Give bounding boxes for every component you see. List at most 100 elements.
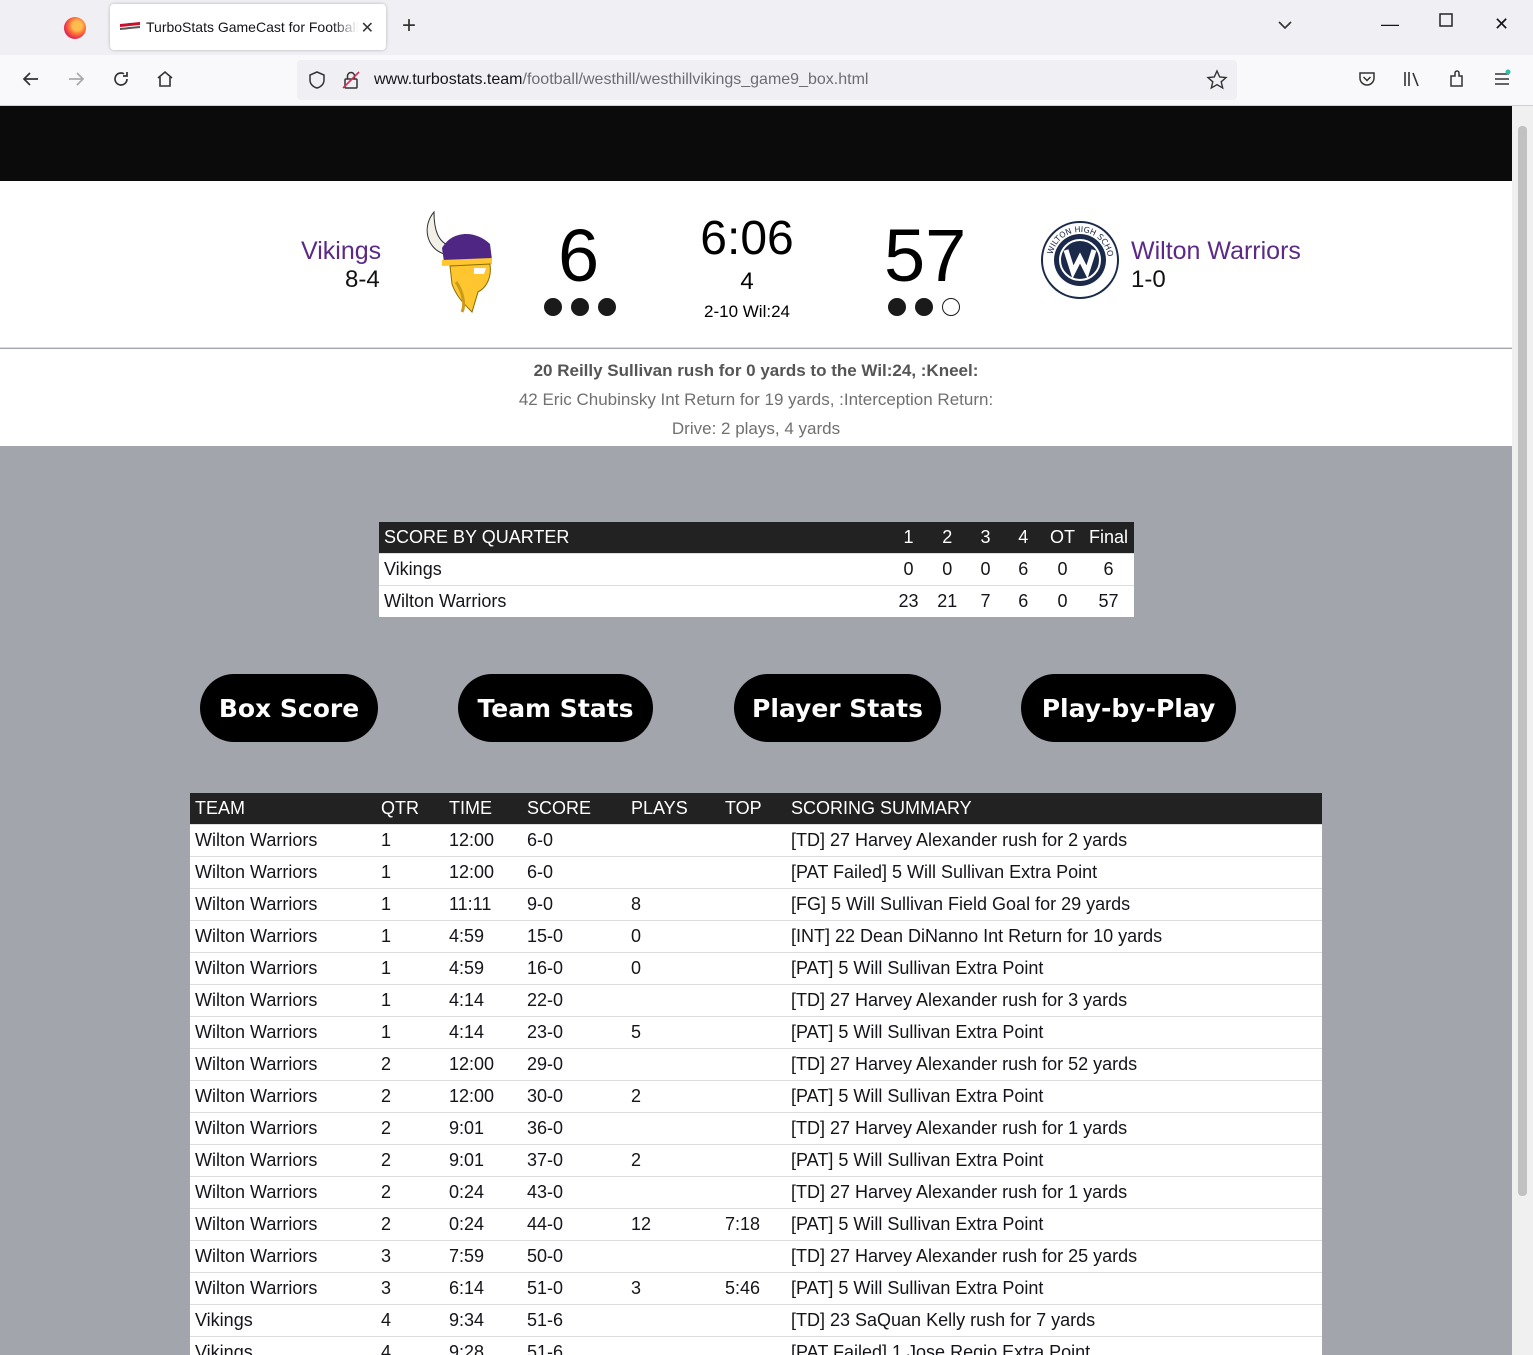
play-ticker: 20 Reilly Sullivan rush for 0 yards to t…: [0, 349, 1512, 446]
table-cell: [720, 951, 786, 984]
table-cell: [720, 1111, 786, 1144]
table-cell: [PAT] 5 Will Sullivan Extra Point: [786, 1271, 1322, 1304]
table-cell: [PAT Failed] 5 Will Sullivan Extra Point: [786, 855, 1322, 888]
table-cell: 4:14: [444, 1015, 522, 1048]
table-cell: 0:24: [444, 1175, 522, 1208]
table-cell: Wilton Warriors: [190, 855, 376, 888]
table-cell: 12: [626, 1207, 720, 1240]
team-stats-button[interactable]: Team Stats: [458, 674, 653, 742]
table-cell: [TD] 27 Harvey Alexander rush for 2 yard…: [786, 823, 1322, 856]
table-row: Wilton Warriors 2 9:01 37-0 2 [PAT] 5 Will Su…: [190, 1143, 1322, 1176]
column-header: SCORE BY QUARTER: [379, 522, 890, 553]
scrollbar-thumb[interactable]: [1518, 126, 1527, 1196]
forward-arrow-icon[interactable]: [64, 67, 88, 91]
table-cell: 12:00: [444, 1079, 522, 1112]
table-cell: 0: [927, 552, 967, 585]
table-row: Wilton Warriors 3 7:59 50-0 [TD] 27 Harvey A…: [190, 1239, 1322, 1272]
away-score: 57: [884, 214, 967, 297]
close-window-icon[interactable]: ✕: [1494, 14, 1509, 35]
close-tab-icon[interactable]: ✕: [361, 18, 374, 38]
table-cell: Vikings: [379, 552, 890, 585]
home-team-name[interactable]: Vikings: [301, 237, 381, 266]
timeout-dot: [598, 298, 616, 316]
table-cell: [PAT Failed] 1 Jose Regio Extra Point: [786, 1335, 1322, 1355]
table-cell: 7:18: [720, 1207, 786, 1240]
url-text[interactable]: www.turbostats.team/football/westhill/we…: [374, 71, 868, 89]
minimize-icon[interactable]: —: [1381, 14, 1399, 35]
library-icon[interactable]: [1400, 67, 1424, 91]
url-bar[interactable]: www.turbostats.team/football/westhill/we…: [297, 60, 1237, 100]
table-cell: 50-0: [522, 1239, 626, 1272]
tracking-shield-icon[interactable]: [305, 68, 329, 92]
tab-title: TurboStats GameCast for Football: [146, 19, 358, 35]
table-cell: 9:01: [444, 1111, 522, 1144]
away-team-name[interactable]: Wilton Warriors: [1131, 237, 1301, 266]
active-tab[interactable]: TurboStats GameCast for Football ✕: [110, 4, 386, 50]
table-cell: 6: [1004, 584, 1043, 617]
home-team-record: 8-4: [345, 266, 380, 293]
back-arrow-icon[interactable]: [19, 67, 43, 91]
table-cell: [626, 1335, 720, 1355]
table-cell: 51-0: [522, 1271, 626, 1304]
table-cell: Wilton Warriors: [190, 1047, 376, 1080]
new-tab-icon[interactable]: +: [402, 12, 416, 40]
table-row: Vikings 4 9:34 51-6 [TD] 23 SaQuan Kelly rus…: [190, 1303, 1322, 1336]
table-cell: 21: [927, 584, 967, 617]
table-cell: 3: [626, 1271, 720, 1304]
page-viewport: Vikings 8-4 6 6:06 4 2-10 Wil:24 57 WILT…: [0, 106, 1512, 1355]
page-scrollbar[interactable]: [1512, 106, 1533, 1355]
table-cell: Wilton Warriors: [190, 951, 376, 984]
table-cell: [INT] 22 Dean DiNanno Int Return for 10 …: [786, 919, 1322, 952]
home-icon[interactable]: [153, 67, 177, 91]
table-cell: [TD] 27 Harvey Alexander rush for 25 yar…: [786, 1239, 1322, 1272]
table-cell: Wilton Warriors: [190, 1271, 376, 1304]
insecure-lock-icon[interactable]: [339, 68, 363, 92]
table-cell: [720, 1143, 786, 1176]
table-row: Wilton Warriors 2 0:24 43-0 [TD] 27 Harvey A…: [190, 1175, 1322, 1208]
table-cell: [TD] 27 Harvey Alexander rush for 1 yard…: [786, 1175, 1322, 1208]
maximize-icon[interactable]: [1438, 12, 1454, 33]
table-cell: 5: [626, 1015, 720, 1048]
reload-icon[interactable]: [109, 67, 133, 91]
table-cell: Vikings: [190, 1335, 376, 1355]
table-cell: [PAT] 5 Will Sullivan Extra Point: [786, 951, 1322, 984]
bookmark-star-icon[interactable]: [1205, 68, 1229, 92]
table-cell: 2: [376, 1207, 444, 1240]
table-cell: [720, 1175, 786, 1208]
table-cell: [PAT] 5 Will Sullivan Extra Point: [786, 1079, 1322, 1112]
extensions-icon[interactable]: [1445, 67, 1469, 91]
table-cell: 7: [966, 584, 1005, 617]
table-cell: 0:24: [444, 1207, 522, 1240]
table-cell: [720, 919, 786, 952]
table-cell: [626, 1047, 720, 1080]
table-row: Wilton Warriors 2 9:01 36-0 [TD] 27 Harvey A…: [190, 1111, 1322, 1144]
down-and-distance: 2-10 Wil:24: [704, 302, 790, 321]
table-cell: 2: [626, 1079, 720, 1112]
table-cell: 16-0: [522, 951, 626, 984]
table-cell: 3: [376, 1271, 444, 1304]
player-stats-button[interactable]: Player Stats: [734, 674, 941, 742]
table-cell: [720, 1239, 786, 1272]
firefox-icon[interactable]: [64, 17, 86, 39]
table-cell: [720, 1015, 786, 1048]
column-header: PLAYS: [626, 793, 720, 824]
table-row: Vikings 0 0 0 6 0 6: [379, 552, 1134, 585]
home-score: 6: [558, 214, 600, 297]
pocket-icon[interactable]: [1355, 67, 1379, 91]
column-header: 2: [927, 522, 967, 553]
drive-summary: Drive: 2 plays, 4 yards: [671, 419, 841, 438]
column-header: 4: [1004, 522, 1043, 553]
table-cell: 2: [626, 1143, 720, 1176]
app-menu-icon[interactable]: [1490, 67, 1514, 91]
table-cell: 1: [376, 823, 444, 856]
table-cell: 4:14: [444, 983, 522, 1016]
vikings-logo-icon: [426, 210, 492, 313]
table-cell: [720, 1303, 786, 1336]
box-score-button[interactable]: Box Score: [200, 674, 378, 742]
table-cell: [626, 983, 720, 1016]
table-cell: 1: [376, 855, 444, 888]
table-cell: [PAT] 5 Will Sullivan Extra Point: [786, 1015, 1322, 1048]
chevron-down-icon[interactable]: [1276, 16, 1294, 34]
table-row: Wilton Warriors 2 12:00 30-0 2 [PAT] 5 Will S…: [190, 1079, 1322, 1112]
play-by-play-button[interactable]: Play-by-Play: [1021, 674, 1236, 742]
